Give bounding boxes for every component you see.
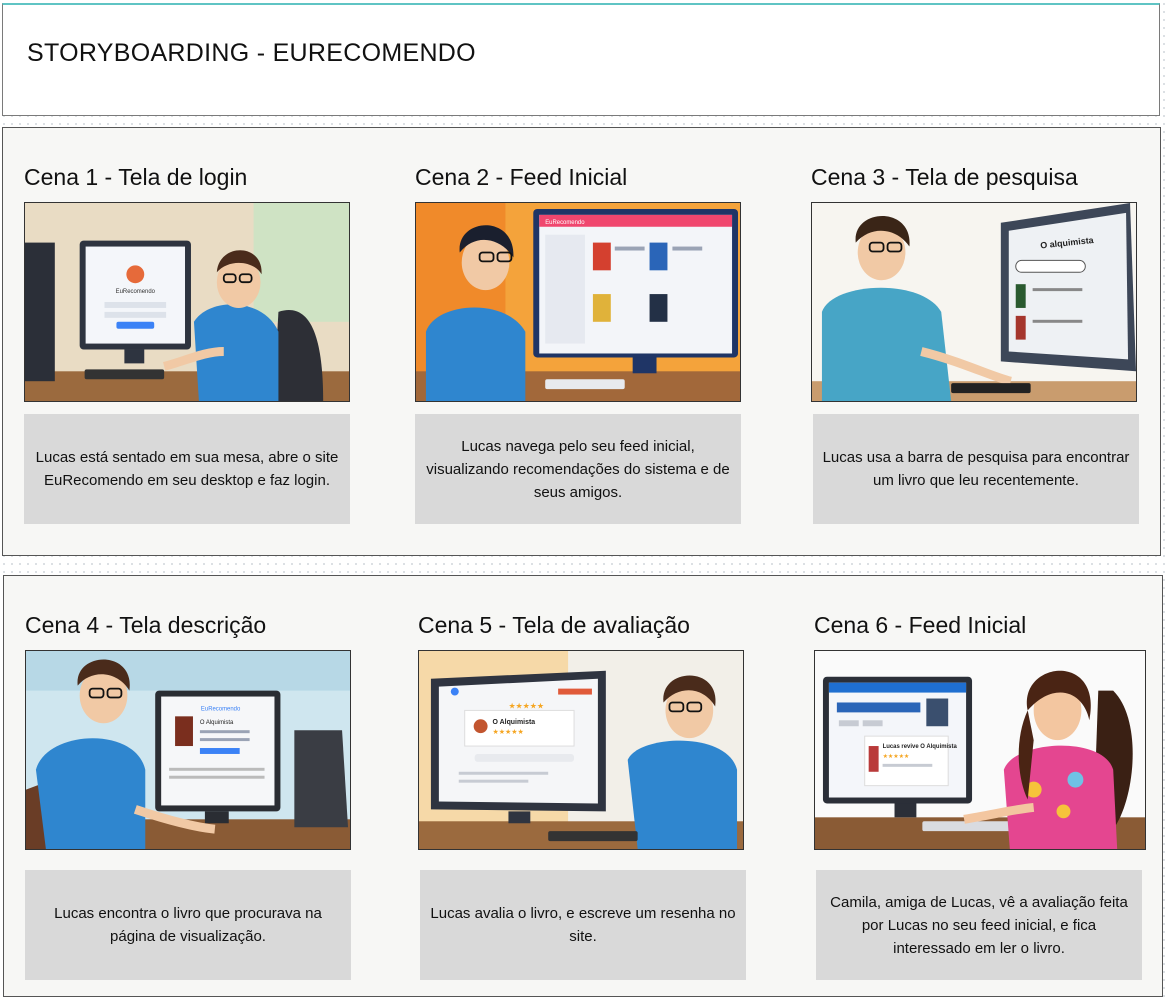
scene-title: Cena 4 - Tela descrição [25,612,267,638]
scene-4-caption: Lucas encontra o livro que procurava na … [25,870,351,980]
svg-text:★★★★★: ★★★★★ [508,701,544,710]
scene-6-illustration: Lucas revive O Alquimista ★★★★★ [814,650,1146,850]
scene-title: Cena 5 - Tela de avaliação [418,612,690,638]
scene-5-illustration: O Alquimista ★★★★★ ★★★★★ [418,650,744,850]
screen-feed-text: Lucas revive O Alquimista [883,744,958,750]
screen-book-title: O Alquimista [493,719,536,726]
screen-book-text: O Alquimista [200,720,234,726]
scene-3-illustration: O alquimista [811,202,1137,402]
storyboard-panel-1: Cena 1 - Tela de login EuRecomendo Lucas… [2,127,1161,556]
storyboard-header: STORYBOARDING - EURECOMENDO [2,3,1160,116]
scene-5-caption: Lucas avalia o livro, e escreve um resen… [420,870,746,980]
scene-title: Cena 3 - Tela de pesquisa [811,164,1078,190]
scene-title: Cena 6 - Feed Inicial [814,612,1027,638]
screen-brand-text: EuRecomendo [116,289,156,295]
scene-3-caption: Lucas usa a barra de pesquisa para encon… [813,414,1139,524]
scene-1-illustration: EuRecomendo [24,202,350,402]
scene-1-caption: Lucas está sentado em sua mesa, abre o s… [24,414,350,524]
svg-text:EuRecomendo: EuRecomendo [201,706,241,712]
scene-title: Cena 2 - Feed Inicial [415,164,628,190]
svg-text:★★★★★: ★★★★★ [883,753,910,760]
screen-brand-text: EuRecomendo [545,220,585,226]
svg-text:★★★★★: ★★★★★ [493,728,524,736]
page-title: STORYBOARDING - EURECOMENDO [27,39,476,67]
scene-6-caption: Camila, amiga de Lucas, vê a avaliação f… [816,870,1142,980]
storyboard-panel-2: Cena 4 - Tela descrição EuRecomendo O Al… [3,575,1163,997]
scene-title: Cena 1 - Tela de login [24,164,248,190]
scene-4-illustration: EuRecomendo O Alquimista [25,650,351,850]
scene-2-illustration: EuRecomendo [415,202,741,402]
scene-2-caption: Lucas navega pelo seu feed inicial, visu… [415,414,741,524]
